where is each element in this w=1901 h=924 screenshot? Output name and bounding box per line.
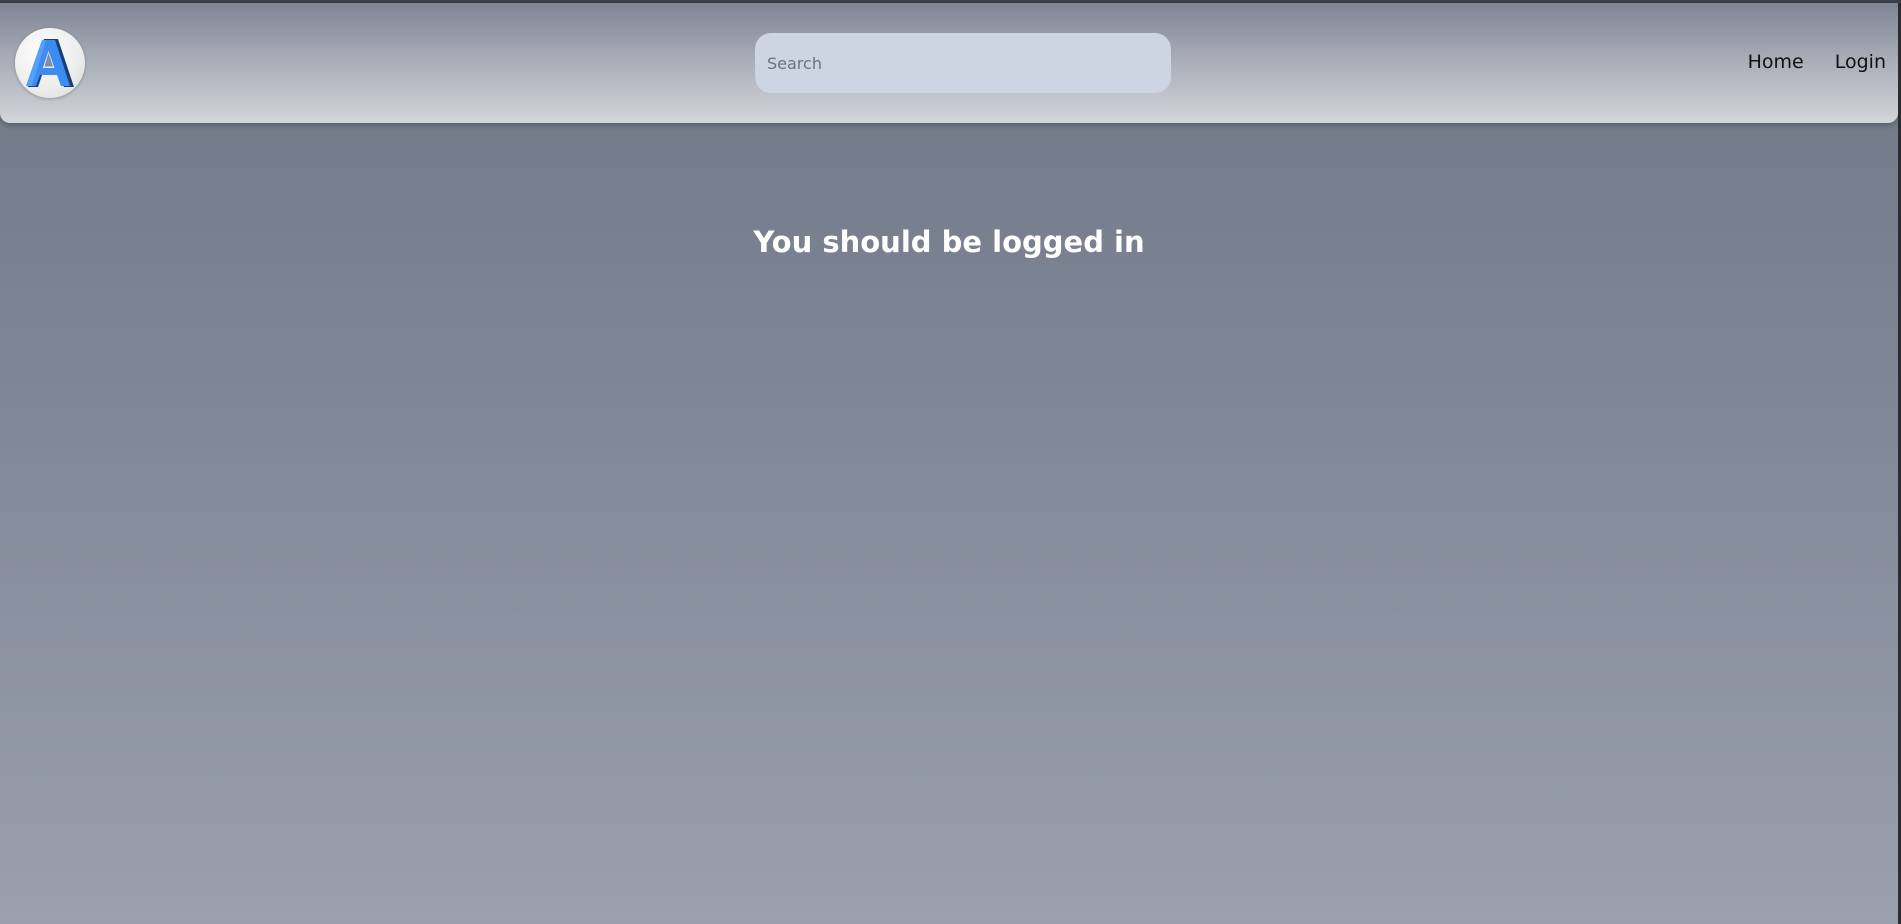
logo[interactable] — [15, 28, 85, 98]
top-navbar: Home Login — [0, 3, 1898, 123]
login-required-message: You should be logged in — [753, 225, 1145, 259]
letter-a-logo-icon — [26, 39, 74, 87]
nav-links: Home Login — [1748, 51, 1886, 73]
nav-home-link[interactable]: Home — [1748, 51, 1804, 73]
nav-login-link[interactable]: Login — [1835, 51, 1886, 73]
search-input[interactable] — [755, 33, 1171, 93]
